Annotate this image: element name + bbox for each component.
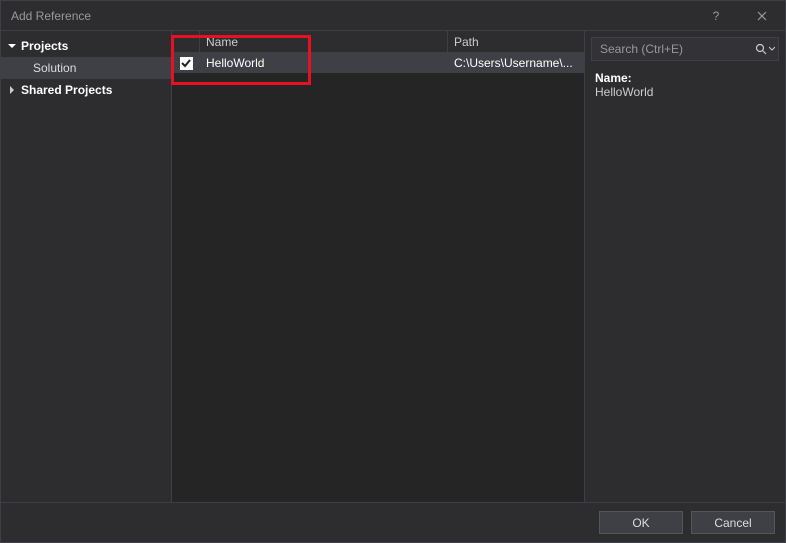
row-name: HelloWorld: [200, 56, 448, 70]
table-row[interactable]: HelloWorld C:\Users\Username\...: [172, 53, 584, 73]
row-path: C:\Users\Username\...: [448, 56, 584, 70]
close-button[interactable]: [739, 1, 785, 31]
reference-grid: Name Path HelloWorld C:\Users\Username\.…: [171, 31, 585, 502]
close-icon: [757, 11, 767, 21]
titlebar: Add Reference ?: [1, 1, 785, 31]
row-checkbox-cell[interactable]: [172, 57, 200, 70]
sidebar-item-shared-projects[interactable]: Shared Projects: [1, 79, 171, 101]
dialog-window: Add Reference ? Projects Solution: [0, 0, 786, 543]
column-check[interactable]: [172, 31, 200, 52]
checkbox-checked-icon[interactable]: [180, 57, 193, 70]
dialog-footer: OK Cancel: [1, 502, 785, 542]
grid-body: HelloWorld C:\Users\Username\...: [172, 53, 584, 502]
search-icon[interactable]: [755, 43, 775, 55]
sidebar-item-projects[interactable]: Projects: [1, 35, 171, 57]
window-title: Add Reference: [11, 9, 693, 23]
grid-header: Name Path: [172, 31, 584, 53]
details-name-value: HelloWorld: [595, 85, 775, 99]
sidebar-item-label: Solution: [33, 61, 76, 75]
sidebar-item-label: Projects: [21, 39, 68, 53]
ok-button[interactable]: OK: [599, 511, 683, 534]
column-path[interactable]: Path: [448, 31, 584, 52]
sidebar-item-solution[interactable]: Solution: [1, 57, 171, 79]
search-box[interactable]: [591, 37, 779, 61]
sidebar-item-label: Shared Projects: [21, 83, 112, 97]
search-input[interactable]: [600, 42, 755, 56]
details-pane: Name: HelloWorld: [585, 31, 785, 502]
chevron-down-icon: [7, 41, 17, 51]
selection-details: Name: HelloWorld: [585, 65, 785, 105]
column-name[interactable]: Name: [200, 31, 448, 52]
details-name-label: Name:: [595, 71, 775, 85]
chevron-right-icon: [7, 85, 17, 95]
chevron-down-icon: [769, 46, 775, 52]
dialog-body: Projects Solution Shared Projects Name P…: [1, 31, 785, 502]
help-button[interactable]: ?: [693, 1, 739, 31]
sidebar: Projects Solution Shared Projects: [1, 31, 171, 502]
cancel-button[interactable]: Cancel: [691, 511, 775, 534]
